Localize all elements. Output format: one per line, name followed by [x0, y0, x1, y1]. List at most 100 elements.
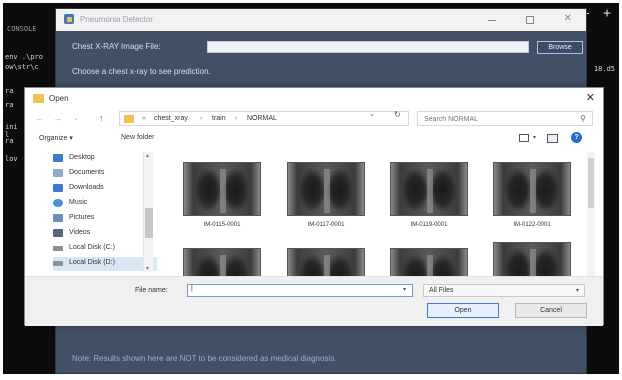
- pictures-icon: [53, 214, 63, 222]
- console-right-text: 18.d5: [593, 65, 615, 73]
- videos-icon: [53, 229, 63, 237]
- file-name-dropdown-icon[interactable]: ▾: [403, 286, 406, 293]
- disclaimer-note: Note: Results shown here are NOT to be c…: [72, 354, 337, 363]
- dialog-toolbar: Organize ▾ New folder ▾ ?: [25, 130, 603, 148]
- minimize-icon[interactable]: [488, 20, 496, 21]
- file-list: IM-0115-0001 IM-0117-0001 IM-0119-0001 I…: [165, 152, 595, 276]
- nav-item-label: Documents: [69, 169, 105, 176]
- file-name: IM-0115-0001: [203, 222, 241, 228]
- organize-button[interactable]: Organize ▾: [39, 134, 73, 142]
- desktop-icon: [53, 154, 63, 162]
- file-name-input[interactable]: |: [187, 284, 413, 297]
- up-folder-icon[interactable]: ↑: [99, 113, 104, 123]
- address-row: ← → ⌄ ↑ « chest_xray › train › NORMAL ⌄ …: [25, 108, 603, 128]
- file-label: Chest X-RAY Image File:: [72, 42, 161, 51]
- dialog-title: Open: [49, 94, 69, 103]
- nav-item-downloads[interactable]: Downloads: [53, 182, 157, 196]
- open-file-dialog: Open ✕ ← → ⌄ ↑ « chest_xray › train › NO…: [24, 87, 604, 326]
- nav-item-local-disk-d[interactable]: Local Disk (D:): [53, 257, 157, 271]
- nav-item-label: Local Disk (C:): [69, 244, 115, 251]
- console-title: CONSOLE: [7, 25, 37, 33]
- disk-icon: [53, 246, 63, 251]
- forward-icon[interactable]: →: [53, 113, 62, 123]
- nav-item-videos[interactable]: Videos: [53, 227, 157, 241]
- nav-item-label: Music: [69, 199, 88, 206]
- refresh-icon[interactable]: ↻: [394, 110, 401, 119]
- cancel-button[interactable]: Cancel: [515, 303, 587, 318]
- app-logo-icon: [64, 14, 74, 24]
- console-line: lov: [5, 155, 18, 163]
- xray-thumbnail: [493, 242, 571, 276]
- new-tab-icon[interactable]: +: [603, 6, 611, 21]
- nav-item-label: Videos: [69, 229, 91, 236]
- close-icon[interactable]: ✕: [564, 13, 572, 24]
- scrollbar-thumb[interactable]: [145, 208, 153, 238]
- navigation-scrollbar[interactable]: ▴ ▾: [143, 152, 153, 272]
- breadcrumb-normal[interactable]: NORMAL: [247, 115, 277, 122]
- breadcrumb-train[interactable]: train: [212, 115, 226, 122]
- scroll-down-icon[interactable]: ▾: [146, 265, 149, 272]
- folder-icon: [124, 115, 134, 123]
- file-picker-row: Chest X-RAY Image File: Browse: [72, 41, 583, 55]
- nav-item-label: Local Disk (D:): [69, 259, 115, 266]
- nav-item-pictures[interactable]: Pictures: [53, 212, 157, 226]
- view-dropdown-icon[interactable]: ▾: [533, 134, 536, 141]
- nav-item-label: Desktop: [69, 154, 95, 161]
- address-bar[interactable]: « chest_xray › train › NORMAL: [119, 111, 409, 126]
- file-name: IM-0122-0001: [513, 222, 551, 228]
- search-input[interactable]: [424, 114, 564, 124]
- xray-thumbnail: [183, 162, 261, 216]
- address-dropdown-icon[interactable]: ⌄: [369, 110, 375, 118]
- disk-icon: [53, 261, 63, 266]
- open-button[interactable]: Open: [427, 303, 499, 318]
- xray-thumbnail: [390, 162, 468, 216]
- nav-item-local-disk-c[interactable]: Local Disk (C:): [53, 242, 157, 256]
- breadcrumb-separator: ›: [235, 115, 238, 122]
- file-path-input[interactable]: [207, 41, 529, 53]
- recent-locations-icon[interactable]: ⌄: [73, 114, 79, 122]
- console-line: ra: [5, 137, 14, 145]
- preview-pane-icon[interactable]: [547, 134, 558, 143]
- nav-item-desktop[interactable]: Desktop: [53, 152, 157, 166]
- view-options-icon[interactable]: [519, 134, 529, 142]
- file-type-value: All Files: [429, 287, 454, 294]
- console-line: env .\pro: [5, 53, 43, 61]
- nav-item-documents[interactable]: Documents: [53, 167, 157, 181]
- xray-thumbnail: [287, 162, 365, 216]
- scrollbar-thumb[interactable]: [588, 158, 594, 208]
- file-list-scrollbar[interactable]: [587, 152, 595, 276]
- dialog-titlebar: Open ✕: [25, 88, 603, 108]
- console-line: ra: [5, 101, 14, 109]
- search-icon[interactable]: ⚲: [580, 114, 586, 123]
- downloads-icon: [53, 184, 63, 192]
- scroll-up-icon[interactable]: ▴: [146, 152, 149, 159]
- app-titlebar: Pneumonia Detector ✕: [56, 9, 586, 31]
- browse-button[interactable]: Browse: [537, 41, 583, 54]
- nav-item-music[interactable]: Music: [53, 197, 157, 211]
- folder-icon: [33, 94, 44, 103]
- file-name: IM-0117-0001: [307, 222, 345, 228]
- file-type-select[interactable]: All Files ▾: [423, 284, 585, 297]
- xray-thumbnail: [390, 248, 468, 276]
- breadcrumb-overflow[interactable]: «: [142, 115, 146, 122]
- back-icon[interactable]: ←: [35, 113, 44, 123]
- prediction-prompt: Choose a chest x-ray to see prediction.: [72, 67, 211, 76]
- maximize-icon[interactable]: [526, 16, 534, 24]
- help-icon[interactable]: ?: [571, 132, 582, 143]
- breadcrumb-separator: ›: [200, 115, 203, 122]
- app-title: Pneumonia Detector: [80, 15, 153, 24]
- documents-icon: [53, 169, 63, 177]
- new-folder-button[interactable]: New folder: [121, 134, 154, 141]
- file-name: IM-0119-0001: [410, 222, 448, 228]
- console-line: ow\str\c: [5, 63, 39, 71]
- file-name-label: File name:: [135, 287, 168, 294]
- breadcrumb-chest-xray[interactable]: chest_xray: [154, 115, 188, 122]
- dialog-close-icon[interactable]: ✕: [586, 91, 595, 104]
- nav-item-label: Downloads: [69, 184, 104, 191]
- xray-thumbnail: [493, 162, 571, 216]
- nav-item-label: Pictures: [69, 214, 95, 221]
- console-line: ini: [5, 123, 18, 131]
- xray-thumbnail: [183, 248, 261, 276]
- search-box[interactable]: ⚲: [417, 111, 593, 126]
- xray-thumbnail: [287, 248, 365, 276]
